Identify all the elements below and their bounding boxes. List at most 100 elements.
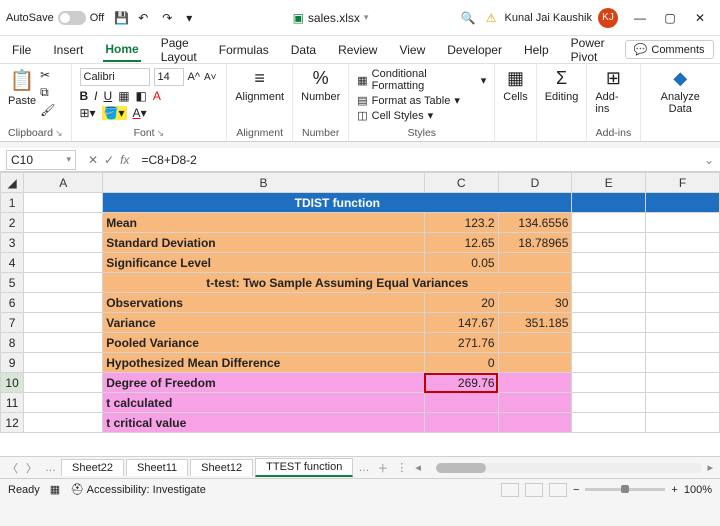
cell[interactable]: [424, 413, 498, 433]
undo-icon[interactable]: ↶: [138, 11, 152, 25]
conditional-formatting-button[interactable]: ▦Conditional Formatting▾: [357, 68, 486, 92]
alignment-button[interactable]: ≡ Alignment: [235, 68, 284, 103]
sheet-nav-more-icon[interactable]: …: [42, 462, 59, 474]
row-header[interactable]: 1: [1, 193, 24, 213]
increase-font-icon[interactable]: A^: [188, 71, 201, 83]
page-break-view-icon[interactable]: [549, 483, 567, 497]
tab-data[interactable]: Data: [289, 39, 318, 61]
row-header[interactable]: 12: [1, 413, 24, 433]
addins-button[interactable]: ⊞ Add-ins: [595, 68, 631, 115]
cell[interactable]: Observations: [103, 293, 425, 313]
cell[interactable]: TDIST function: [103, 193, 572, 213]
analyze-data-button[interactable]: ◆ Analyze Data: [649, 68, 712, 115]
row-header[interactable]: 4: [1, 253, 24, 273]
user-account[interactable]: Kunal Jai Kaushik KJ: [505, 8, 618, 28]
cell[interactable]: 20: [424, 293, 498, 313]
scroll-left-icon[interactable]: ◂: [412, 461, 424, 474]
row-header[interactable]: 11: [1, 393, 24, 413]
col-header-b[interactable]: B: [103, 173, 425, 193]
cell[interactable]: 0: [424, 353, 498, 373]
select-all[interactable]: ◢: [1, 173, 24, 193]
zoom-level[interactable]: 100%: [684, 484, 712, 496]
sheet-nav-next-icon[interactable]: 〉: [23, 460, 40, 476]
cell[interactable]: 271.76: [424, 333, 498, 353]
name-box[interactable]: C10 ▾: [6, 150, 76, 170]
cell[interactable]: Mean: [103, 213, 425, 233]
search-icon[interactable]: 🔍: [461, 11, 476, 25]
scrollbar-thumb[interactable]: [436, 463, 486, 473]
autosave-toggle[interactable]: AutoSave Off: [6, 11, 104, 25]
minimize-button[interactable]: —: [626, 4, 654, 32]
cancel-formula-icon[interactable]: ✕: [88, 153, 98, 167]
cell[interactable]: 12.65: [424, 233, 498, 253]
cell[interactable]: Hypothesized Mean Difference: [103, 353, 425, 373]
horizontal-scrollbar[interactable]: [436, 463, 703, 473]
spreadsheet-grid[interactable]: ◢ A B C D E F 1TDIST function 2Mean123.2…: [0, 172, 720, 456]
cell[interactable]: 123.2: [424, 213, 498, 233]
tab-review[interactable]: Review: [336, 39, 379, 61]
tab-formulas[interactable]: Formulas: [217, 39, 271, 61]
format-painter-icon[interactable]: 🖌: [40, 103, 55, 117]
underline-button[interactable]: U: [104, 89, 113, 103]
zoom-in-icon[interactable]: +: [671, 484, 677, 496]
fx-icon[interactable]: fx: [120, 153, 129, 167]
cell[interactable]: 18.78965: [498, 233, 572, 253]
bold-button[interactable]: B: [80, 89, 89, 103]
row-header[interactable]: 10: [1, 373, 24, 393]
borders-dropdown-icon[interactable]: ⊞▾: [80, 106, 96, 120]
sheet-tab[interactable]: Sheet12: [190, 459, 253, 476]
filename-area[interactable]: ▣ sales.xlsx ▾: [293, 11, 369, 25]
formula-expand-icon[interactable]: ⌄: [698, 153, 720, 167]
copy-icon[interactable]: ⧉: [40, 85, 55, 100]
tab-developer[interactable]: Developer: [445, 39, 504, 61]
cell[interactable]: Pooled Variance: [103, 333, 425, 353]
tab-page-layout[interactable]: Page Layout: [159, 32, 199, 68]
tab-home[interactable]: Home: [103, 38, 140, 62]
accessibility-status[interactable]: ⛑ Accessibility: Investigate: [70, 483, 206, 496]
col-header-a[interactable]: A: [24, 173, 103, 193]
cell[interactable]: [498, 393, 572, 413]
cell[interactable]: [498, 353, 572, 373]
row-header[interactable]: 8: [1, 333, 24, 353]
normal-view-icon[interactable]: [501, 483, 519, 497]
row-header[interactable]: 2: [1, 213, 24, 233]
cell[interactable]: Variance: [103, 313, 425, 333]
cut-icon[interactable]: ✂: [40, 68, 55, 82]
cell[interactable]: [424, 393, 498, 413]
cell[interactable]: Degree of Freedom: [103, 373, 425, 393]
cell[interactable]: 351.185: [498, 313, 572, 333]
col-header-e[interactable]: E: [572, 173, 646, 193]
font-color-dropdown-icon[interactable]: A▾: [133, 106, 147, 120]
tab-view[interactable]: View: [397, 39, 427, 61]
col-header-c[interactable]: C: [424, 173, 498, 193]
close-button[interactable]: ✕: [686, 4, 714, 32]
font-name-select[interactable]: Calibri: [80, 68, 150, 86]
scroll-right-icon[interactable]: ▸: [704, 461, 716, 474]
sheet-tab[interactable]: Sheet11: [126, 459, 188, 476]
cell[interactable]: t calculated: [103, 393, 425, 413]
cell[interactable]: 30: [498, 293, 572, 313]
editing-button[interactable]: Σ Editing: [545, 68, 579, 103]
format-as-table-button[interactable]: ▤Format as Table▾: [357, 94, 486, 107]
border-icon[interactable]: ▦: [118, 89, 129, 103]
cells-button[interactable]: ▦ Cells: [503, 68, 527, 103]
col-header-f[interactable]: F: [646, 173, 720, 193]
row-header[interactable]: 5: [1, 273, 24, 293]
number-button[interactable]: % Number: [301, 68, 340, 103]
cell[interactable]: 134.6556: [498, 213, 572, 233]
formula-input[interactable]: =C8+D8-2: [135, 153, 697, 167]
maximize-button[interactable]: ▢: [656, 4, 684, 32]
sheet-nav-prev-icon[interactable]: 〈: [4, 460, 21, 476]
cell[interactable]: Significance Level: [103, 253, 425, 273]
active-cell[interactable]: 269.76: [424, 373, 498, 393]
cell-styles-button[interactable]: ◫Cell Styles▾: [357, 109, 486, 122]
redo-icon[interactable]: ↷: [162, 11, 176, 25]
sheet-more-icon[interactable]: …: [355, 462, 372, 474]
sheet-tab[interactable]: Sheet22: [61, 459, 124, 476]
row-header[interactable]: 3: [1, 233, 24, 253]
zoom-slider[interactable]: [585, 488, 665, 491]
sheet-tab-active[interactable]: TTEST function: [255, 458, 353, 477]
cell[interactable]: Standard Deviation: [103, 233, 425, 253]
cell[interactable]: [498, 253, 572, 273]
page-layout-view-icon[interactable]: [525, 483, 543, 497]
